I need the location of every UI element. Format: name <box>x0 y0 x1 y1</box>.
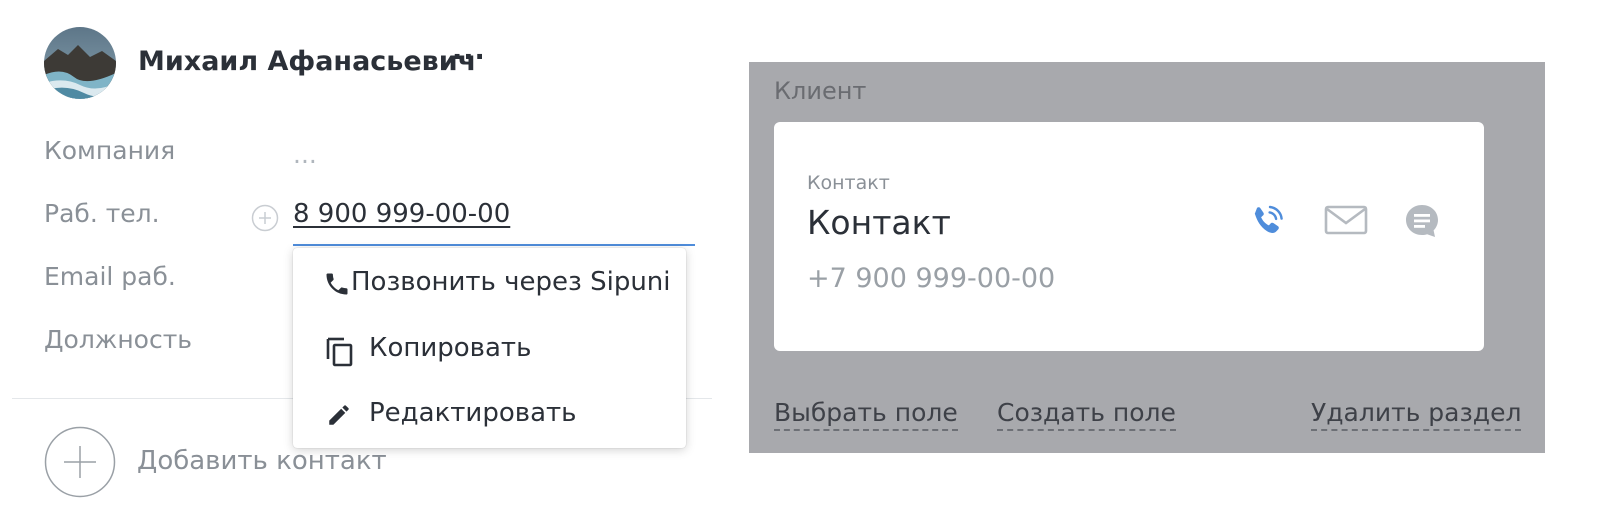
pencil-icon <box>326 402 352 432</box>
menu-item-label: Редактировать <box>369 398 577 428</box>
chat-icon[interactable] <box>1402 202 1442 238</box>
more-options-button[interactable]: ··· <box>452 42 486 73</box>
add-phone-icon[interactable] <box>251 204 279 232</box>
phone-label: Раб. тел. <box>44 199 160 228</box>
company-value[interactable]: ... <box>293 140 317 169</box>
create-field-link[interactable]: Создать поле <box>997 398 1176 431</box>
menu-item-label: Позвонить через Sipuni <box>351 267 671 297</box>
card-type-label: Контакт <box>807 172 890 194</box>
phone-value-link[interactable]: 8 900 999-00-00 <box>293 199 510 229</box>
card-phone[interactable]: +7 900 999-00-00 <box>807 263 1055 294</box>
mail-icon[interactable] <box>1324 202 1368 238</box>
phone-call-icon[interactable] <box>1248 202 1288 238</box>
phone-action-menu: Позвонить через Sipuni Копировать Редакт… <box>293 248 686 448</box>
menu-item-label: Копировать <box>369 333 532 363</box>
add-contact-button[interactable]: Добавить контакт <box>137 446 387 476</box>
position-label: Должность <box>44 325 193 354</box>
contact-name[interactable]: Михаил Афанасьевич <box>138 46 476 77</box>
add-contact-icon[interactable] <box>44 426 116 498</box>
menu-item-call-sipuni[interactable]: Позвонить через Sipuni <box>293 253 686 313</box>
delete-section-link[interactable]: Удалить раздел <box>1311 398 1522 431</box>
select-field-link[interactable]: Выбрать поле <box>774 398 958 431</box>
menu-item-edit[interactable]: Редактировать <box>293 384 686 444</box>
card-title[interactable]: Контакт <box>807 203 951 242</box>
email-label: Email раб. <box>44 262 176 291</box>
company-label: Компания <box>44 136 176 165</box>
copy-icon <box>325 335 355 371</box>
avatar[interactable] <box>44 27 116 99</box>
phone-icon <box>323 270 351 302</box>
menu-item-copy[interactable]: Копировать <box>293 319 686 379</box>
phone-focus-underline <box>293 244 695 246</box>
panel-title: Клиент <box>774 77 867 105</box>
